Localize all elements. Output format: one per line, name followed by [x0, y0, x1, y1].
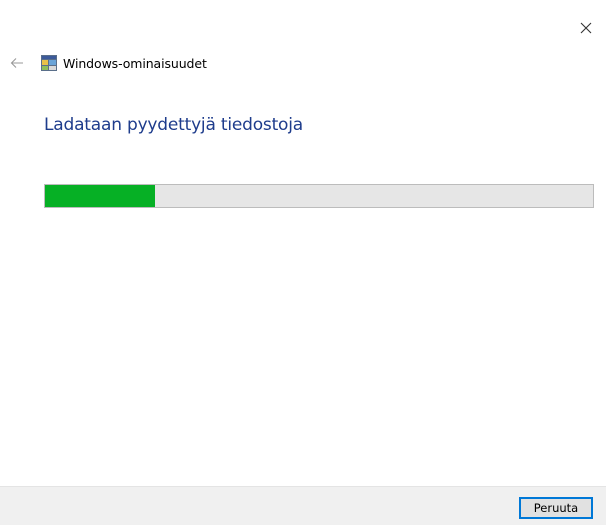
navigation-row: Windows-ominaisuudet: [6, 53, 207, 73]
footer-bar: Peruuta: [0, 486, 606, 525]
dialog-window: Windows-ominaisuudet Ladataan pyydettyjä…: [0, 0, 606, 525]
cancel-button[interactable]: Peruuta: [519, 497, 593, 519]
close-icon: [580, 22, 592, 34]
window-title: Windows-ominaisuudet: [63, 55, 207, 71]
windows-features-icon: [41, 55, 57, 71]
progress-fill: [45, 185, 155, 207]
back-button[interactable]: [6, 53, 28, 73]
page-heading: Ladataan pyydettyjä tiedostoja: [44, 115, 303, 135]
download-progress-bar: [44, 184, 594, 208]
back-arrow-icon: [10, 58, 23, 68]
close-button[interactable]: [572, 14, 600, 42]
